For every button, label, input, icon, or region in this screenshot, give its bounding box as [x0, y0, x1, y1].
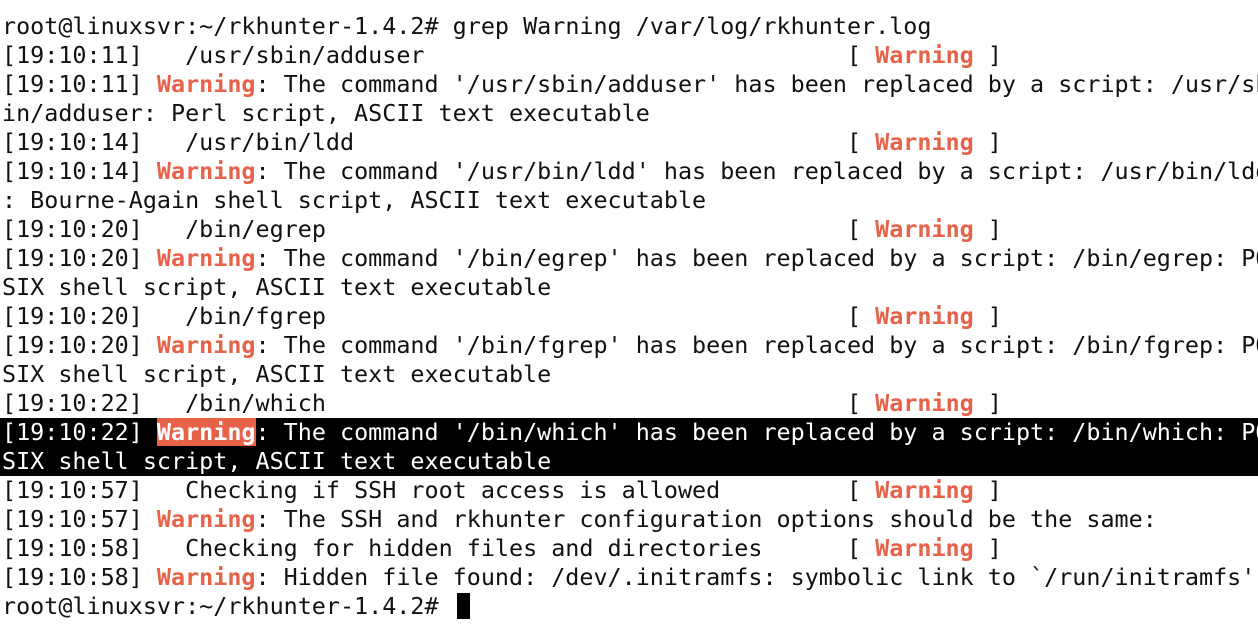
- status-badge: [ Warning ]: [847, 534, 1002, 562]
- status-open-bracket: [: [846, 41, 876, 69]
- warning-label: Warning: [156, 70, 256, 98]
- log-line: [19:10:20] /bin/egrep [ Warning ]: [0, 215, 1258, 244]
- status-badge: [ Warning ]: [847, 215, 1002, 243]
- status-warning-text: Warning: [875, 128, 974, 156]
- log-timestamp: [19:10:11]: [2, 41, 143, 69]
- warning-label: Warning: [156, 505, 256, 533]
- status-close-bracket: ]: [973, 215, 1002, 243]
- status-badge: [ Warning ]: [847, 302, 1002, 330]
- log-message-text: : The SSH and rkhunter configuration opt…: [255, 505, 1157, 533]
- log-timestamp: [19:10:14]: [2, 157, 143, 185]
- log-message-text: : The command '/bin/which' has been repl…: [255, 418, 1258, 446]
- status-close-bracket: ]: [973, 128, 1002, 156]
- log-line: [19:10:22] /bin/which [ Warning ]: [0, 389, 1258, 418]
- log-line: [19:10:57] Warning: The SSH and rkhunter…: [0, 505, 1258, 534]
- log-message-text: : The command '/bin/egrep' has been repl…: [255, 244, 1258, 272]
- log-line: [19:10:20] Warning: The command '/bin/eg…: [0, 244, 1258, 273]
- log-check-text: Checking if SSH root access is allowed: [156, 476, 721, 504]
- log-timestamp: [19:10:14]: [2, 128, 143, 156]
- status-open-bracket: [: [846, 215, 876, 243]
- log-continuation-text: SIX shell script, ASCII text executable: [2, 273, 552, 301]
- log-line: [19:10:22] Warning: The command '/bin/wh…: [0, 418, 1258, 447]
- status-warning-text: Warning: [875, 389, 974, 417]
- log-message-text: : The command '/bin/fgrep' has been repl…: [255, 331, 1258, 359]
- log-line: [19:10:58] Checking for hidden files and…: [0, 534, 1258, 563]
- status-open-bracket: [: [846, 389, 876, 417]
- text-cursor[interactable]: [456, 593, 470, 619]
- shell-prompt: root@linuxsvr:~/rkhunter-1.4.2#: [2, 12, 439, 40]
- status-badge: [ Warning ]: [847, 389, 1002, 417]
- status-warning-text: Warning: [875, 302, 974, 330]
- command-line: root@linuxsvr:~/rkhunter-1.4.2# grep War…: [0, 12, 1258, 41]
- warning-label: Warning: [156, 331, 256, 359]
- log-line: [19:10:14] Warning: The command '/usr/bi…: [0, 157, 1258, 186]
- status-open-bracket: [: [846, 476, 876, 504]
- status-open-bracket: [: [846, 302, 876, 330]
- shell-prompt: root@linuxsvr:~/rkhunter-1.4.2#: [2, 592, 439, 620]
- log-line: : Bourne-Again shell script, ASCII text …: [0, 186, 1258, 215]
- status-warning-text: Warning: [875, 534, 974, 562]
- log-timestamp: [19:10:58]: [2, 563, 143, 591]
- status-warning-text: Warning: [875, 215, 974, 243]
- log-timestamp: [19:10:58]: [2, 534, 143, 562]
- status-badge: [ Warning ]: [847, 128, 1002, 156]
- warning-label: Warning: [156, 563, 256, 591]
- status-warning-text: Warning: [875, 41, 974, 69]
- command-text: grep Warning /var/log/rkhunter.log: [452, 12, 932, 40]
- log-line: in/adduser: Perl script, ASCII text exec…: [0, 99, 1258, 128]
- warning-label: Warning: [156, 418, 256, 446]
- status-close-bracket: ]: [973, 534, 1002, 562]
- log-timestamp: [19:10:11]: [2, 70, 143, 98]
- log-continuation-text: SIX shell script, ASCII text executable: [2, 447, 552, 475]
- log-timestamp: [19:10:20]: [2, 244, 143, 272]
- log-check-text: /usr/bin/ldd: [156, 128, 355, 156]
- log-message-text: : The command '/usr/sbin/adduser' has be…: [255, 70, 1258, 98]
- status-close-bracket: ]: [973, 389, 1002, 417]
- log-message-text: : The command '/usr/bin/ldd' has been re…: [255, 157, 1258, 185]
- log-check-text: /bin/egrep: [156, 215, 326, 243]
- log-line: SIX shell script, ASCII text executable: [0, 360, 1258, 389]
- log-timestamp: [19:10:20]: [2, 302, 143, 330]
- log-message-text: : Hidden file found: /dev/.initramfs: sy…: [255, 563, 1256, 591]
- warning-label: Warning: [156, 244, 256, 272]
- log-continuation-text: in/adduser: Perl script, ASCII text exec…: [2, 99, 650, 127]
- warning-label: Warning: [156, 157, 256, 185]
- log-line: [19:10:14] /usr/bin/ldd [ Warning ]: [0, 128, 1258, 157]
- log-timestamp: [19:10:22]: [2, 389, 143, 417]
- status-open-bracket: [: [846, 128, 876, 156]
- log-line: SIX shell script, ASCII text executable: [0, 447, 1258, 476]
- log-check-text: /bin/which: [156, 389, 326, 417]
- status-close-bracket: ]: [973, 476, 1002, 504]
- log-line: [19:10:20] /bin/fgrep [ Warning ]: [0, 302, 1258, 331]
- terminal-window[interactable]: root@linuxsvr:~/rkhunter-1.4.2# grep War…: [0, 0, 1258, 628]
- status-badge: [ Warning ]: [847, 41, 1002, 69]
- log-line: [19:10:20] Warning: The command '/bin/fg…: [0, 331, 1258, 360]
- log-output: [19:10:11] /usr/sbin/adduser [ Warning ]…: [0, 41, 1258, 592]
- status-open-bracket: [: [846, 534, 876, 562]
- log-line: [19:10:11] /usr/sbin/adduser [ Warning ]: [0, 41, 1258, 70]
- log-line: [19:10:58] Warning: Hidden file found: /…: [0, 563, 1258, 592]
- log-check-text: /usr/sbin/adduser: [156, 41, 425, 69]
- status-close-bracket: ]: [973, 41, 1002, 69]
- status-close-bracket: ]: [973, 302, 1002, 330]
- status-warning-text: Warning: [875, 476, 974, 504]
- log-timestamp: [19:10:20]: [2, 215, 143, 243]
- log-line: SIX shell script, ASCII text executable: [0, 273, 1258, 302]
- final-prompt-line: root@linuxsvr:~/rkhunter-1.4.2#: [0, 592, 1258, 621]
- log-line: [19:10:57] Checking if SSH root access i…: [0, 476, 1258, 505]
- status-badge: [ Warning ]: [847, 476, 1002, 504]
- log-check-text: Checking for hidden files and directorie…: [156, 534, 763, 562]
- log-continuation-text: : Bourne-Again shell script, ASCII text …: [2, 186, 707, 214]
- log-timestamp: [19:10:57]: [2, 476, 143, 504]
- log-continuation-text: SIX shell script, ASCII text executable: [2, 360, 552, 388]
- log-check-text: /bin/fgrep: [156, 302, 326, 330]
- log-timestamp: [19:10:22]: [2, 418, 143, 446]
- log-timestamp: [19:10:57]: [2, 505, 143, 533]
- log-timestamp: [19:10:20]: [2, 331, 143, 359]
- log-line: [19:10:11] Warning: The command '/usr/sb…: [0, 70, 1258, 99]
